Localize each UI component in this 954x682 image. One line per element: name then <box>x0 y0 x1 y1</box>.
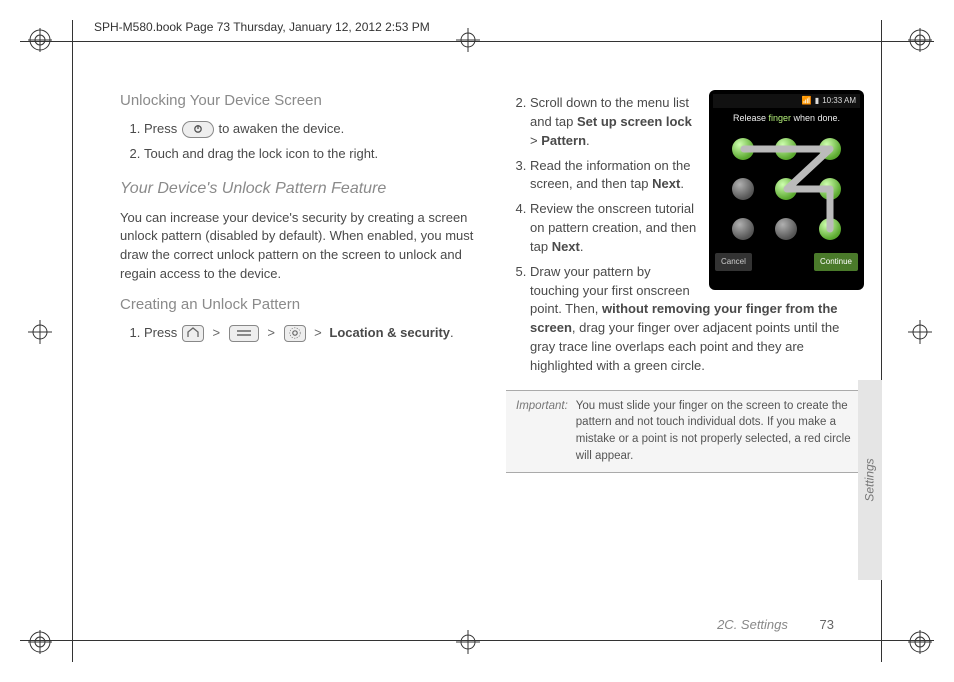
device-status-bar: 📶 ▮ 10:33 AM <box>713 94 860 108</box>
registration-mark-icon <box>456 630 480 654</box>
pattern-dot-icon <box>819 178 841 200</box>
unlock-step-2: Touch and drag the lock icon to the righ… <box>144 145 478 164</box>
device-hint: Release finger when done. <box>713 108 860 127</box>
chevron-icon: > <box>212 325 220 340</box>
text: , drag your finger over adjacent points … <box>530 320 839 373</box>
highlight-word: finger <box>768 113 791 123</box>
text: Release <box>733 113 769 123</box>
column-left: Unlocking Your Device Screen Press to aw… <box>120 90 478 473</box>
pattern-grid <box>722 129 852 249</box>
ui-label-next: Next <box>652 176 680 191</box>
pattern-dot-icon <box>732 218 754 240</box>
pattern-dot-icon <box>732 138 754 160</box>
page-content: Unlocking Your Device Screen Press to aw… <box>120 90 864 622</box>
text: when done. <box>791 113 840 123</box>
device-continue-button: Continue <box>814 253 858 271</box>
chevron-icon: > <box>314 325 322 340</box>
side-tab-label: Settings <box>863 458 877 501</box>
device-screenshot: 📶 ▮ 10:33 AM Release finger when done. <box>709 90 864 290</box>
unlock-step-1: Press to awaken the device. <box>144 120 478 139</box>
important-note: Important: You must slide your finger on… <box>506 390 864 473</box>
battery-icon: ▮ <box>815 95 819 107</box>
pattern-dot-icon <box>819 218 841 240</box>
create-step-1: Press > > > Location & security. <box>144 324 478 343</box>
ui-label-next: Next <box>552 239 580 254</box>
text: > <box>530 133 541 148</box>
page-footer: 2C. Settings 73 <box>717 617 834 632</box>
page-header: SPH-M580.book Page 73 Thursday, January … <box>88 18 436 36</box>
pattern-dot-icon <box>732 178 754 200</box>
note-text: You must slide your finger on the screen… <box>576 398 854 465</box>
ui-label-pattern: Pattern <box>541 133 586 148</box>
chevron-icon: > <box>267 325 275 340</box>
text: to awaken the device. <box>218 121 344 136</box>
registration-mark-icon <box>456 28 480 52</box>
text: Press <box>144 121 181 136</box>
note-label: Important: <box>516 398 576 465</box>
crop-line-left <box>72 20 73 662</box>
pattern-dot-icon <box>775 218 797 240</box>
pattern-dot-icon <box>775 178 797 200</box>
text: . <box>580 239 584 254</box>
body-pattern-feature: You can increase your device's security … <box>120 209 478 284</box>
pattern-dot-icon <box>775 138 797 160</box>
pattern-dot-icon <box>819 138 841 160</box>
home-key-icon <box>182 325 204 342</box>
registration-mark-icon <box>28 320 52 344</box>
side-tab-settings: Settings <box>858 380 882 580</box>
footer-section: 2C. Settings <box>717 617 788 632</box>
menu-path-location-security: Location & security <box>329 325 450 340</box>
signal-icon: 📶 <box>802 95 812 107</box>
power-button-icon <box>182 121 214 138</box>
registration-mark-icon <box>908 630 932 654</box>
text: Press <box>144 325 181 340</box>
menu-key-icon <box>229 325 259 342</box>
column-right: 📶 ▮ 10:33 AM Release finger when done. <box>506 90 864 473</box>
device-time: 10:33 AM <box>822 95 856 107</box>
text: . <box>680 176 684 191</box>
heading-pattern-feature: Your Device's Unlock Pattern Feature <box>120 177 478 200</box>
ui-label-set-up-screen-lock: Set up screen lock <box>577 114 692 129</box>
footer-page-number: 73 <box>820 617 834 632</box>
registration-mark-icon <box>908 28 932 52</box>
registration-mark-icon <box>28 630 52 654</box>
registration-mark-icon <box>908 320 932 344</box>
registration-mark-icon <box>28 28 52 52</box>
settings-key-icon <box>284 325 306 342</box>
device-cancel-button: Cancel <box>715 253 752 271</box>
heading-unlocking: Unlocking Your Device Screen <box>120 90 478 112</box>
text: . <box>586 133 590 148</box>
heading-creating-pattern: Creating an Unlock Pattern <box>120 294 478 316</box>
text: . <box>450 325 454 340</box>
